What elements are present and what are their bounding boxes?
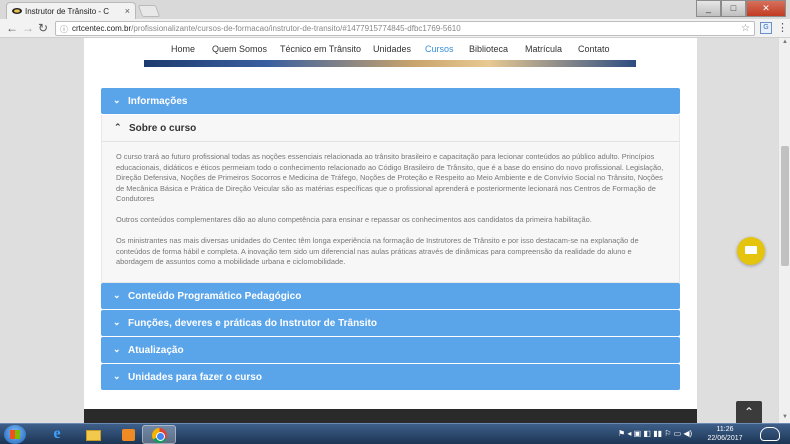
chevron-down-icon: ⌄ bbox=[113, 344, 121, 354]
nav-tecnico-em-transito[interactable]: Técnico em Trânsito bbox=[280, 44, 361, 54]
media-player-taskbar-icon[interactable] bbox=[110, 425, 144, 444]
chat-icon bbox=[745, 246, 757, 254]
nav-home[interactable]: Home bbox=[171, 44, 195, 54]
accordion-sobre-o-curso[interactable]: ⌃ Sobre o curso bbox=[101, 115, 680, 141]
chevron-down-icon: ⌄ bbox=[113, 371, 121, 381]
taskbar-clock[interactable]: 11:26 22/06/2017 bbox=[700, 425, 750, 443]
folder-icon bbox=[86, 430, 101, 441]
accordion-title: Funções, deveres e práticas do Instrutor… bbox=[128, 318, 377, 329]
accordion-atualizacao[interactable]: ⌄ Atualização bbox=[101, 337, 680, 363]
chevron-down-icon: ⌄ bbox=[113, 95, 121, 105]
site-info-icon[interactable]: ⓘ bbox=[60, 24, 68, 35]
close-window-button[interactable]: ✕ bbox=[746, 0, 786, 17]
play-icon bbox=[122, 429, 135, 441]
accordion-conteudo-programatico[interactable]: ⌄ Conteúdo Programático Pedagógico bbox=[101, 283, 680, 309]
accordion-informacoes[interactable]: ⌄ Informações bbox=[101, 88, 680, 114]
file-explorer-taskbar-icon[interactable] bbox=[76, 425, 110, 444]
accordion-title: Conteúdo Programático Pedagógico bbox=[128, 291, 302, 302]
accordion-panel-sobre: O curso trará ao futuro profissional tod… bbox=[101, 141, 680, 283]
internet-explorer-taskbar-icon[interactable]: e bbox=[40, 425, 74, 444]
back-arrow-icon[interactable]: ← bbox=[6, 21, 18, 35]
system-tray-icons[interactable]: ⚑ ◂ ▣ ◧ ▮▮ ⚐ ▭ ◀) bbox=[618, 429, 692, 438]
nav-contato[interactable]: Contato bbox=[578, 44, 610, 54]
page-scrollbar[interactable]: ▲ ▼ bbox=[778, 38, 790, 423]
forward-arrow-icon[interactable]: → bbox=[22, 21, 34, 35]
back-to-top-button[interactable]: ⌃ bbox=[736, 401, 762, 423]
nav-quem-somos[interactable]: Quem Somos bbox=[212, 44, 267, 54]
accordion-title: Informações bbox=[128, 96, 188, 107]
window-controls: _ □ ✕ bbox=[696, 0, 786, 17]
scrollbar-thumb[interactable] bbox=[781, 146, 789, 266]
url-domain: crtcentec.com.br bbox=[72, 24, 132, 33]
accordion-title: Sobre o curso bbox=[129, 123, 197, 134]
accordion-funcoes-deveres[interactable]: ⌄ Funções, deveres e práticas do Instrut… bbox=[101, 310, 680, 336]
reload-icon[interactable]: ↻ bbox=[38, 21, 48, 35]
scroll-up-arrow-icon[interactable]: ▲ bbox=[782, 39, 788, 45]
course-paragraph-2: Outros conteúdos complementares dão ao a… bbox=[116, 215, 592, 224]
page-footer bbox=[84, 409, 697, 423]
accordion-unidades[interactable]: ⌄ Unidades para fazer o curso bbox=[101, 364, 680, 390]
url-path: /profissionalizante/cursos-de-formacao/i… bbox=[131, 24, 461, 33]
extension-icon[interactable]: G bbox=[760, 22, 772, 34]
weather-cloud-icon[interactable] bbox=[760, 427, 780, 441]
course-paragraph-3: Os ministrantes nas mais diversas unidad… bbox=[116, 236, 639, 266]
site-navigation: Home Quem Somos Técnico em Trânsito Unid… bbox=[84, 38, 697, 60]
browser-menu-icon[interactable]: ⋮ bbox=[777, 21, 788, 34]
chevron-down-icon: ⌄ bbox=[113, 317, 121, 327]
chrome-logo-icon bbox=[152, 428, 167, 443]
page-viewport: Home Quem Somos Técnico em Trânsito Unid… bbox=[0, 38, 778, 423]
chat-button[interactable] bbox=[737, 237, 765, 265]
accordion-title: Atualização bbox=[128, 345, 184, 356]
chrome-taskbar-icon[interactable] bbox=[142, 425, 176, 444]
nav-cursos[interactable]: Cursos bbox=[425, 44, 454, 54]
bookmark-star-icon[interactable]: ☆ bbox=[741, 23, 750, 34]
browser-titlebar: Instrutor de Trânsito - C × _ □ ✕ bbox=[0, 0, 790, 19]
minimize-button[interactable]: _ bbox=[696, 0, 721, 17]
nav-unidades[interactable]: Unidades bbox=[373, 44, 411, 54]
browser-tab[interactable]: Instrutor de Trânsito - C × bbox=[6, 2, 136, 19]
course-paragraph-1: O curso trará ao futuro profissional tod… bbox=[116, 152, 664, 203]
windows-taskbar: e ⚑ ◂ ▣ ◧ ▮▮ ⚐ ▭ ◀) 11:26 22/06/2017 bbox=[0, 423, 790, 444]
site-favicon bbox=[12, 8, 22, 14]
maximize-button[interactable]: □ bbox=[721, 0, 746, 17]
browser-toolbar: ← → ↻ ⓘ crtcentec.com.br/profissionaliza… bbox=[0, 19, 790, 38]
chevron-up-icon: ⌃ bbox=[114, 122, 122, 132]
accordion-title: Unidades para fazer o curso bbox=[128, 372, 262, 383]
nav-biblioteca[interactable]: Biblioteca bbox=[469, 44, 508, 54]
scroll-down-arrow-icon[interactable]: ▼ bbox=[782, 414, 788, 420]
windows-logo-icon bbox=[10, 430, 20, 439]
clock-time: 11:26 bbox=[716, 426, 734, 433]
nav-matricula[interactable]: Matrícula bbox=[525, 44, 562, 54]
hero-banner-image bbox=[144, 60, 636, 67]
tab-title: Instrutor de Trânsito - C bbox=[25, 7, 110, 16]
chevron-down-icon: ⌄ bbox=[113, 290, 121, 300]
clock-date: 22/06/2017 bbox=[707, 435, 743, 442]
address-bar[interactable]: ⓘ crtcentec.com.br/profissionalizante/cu… bbox=[55, 21, 755, 36]
tab-close-icon[interactable]: × bbox=[125, 6, 130, 16]
start-button[interactable] bbox=[4, 425, 26, 444]
new-tab-button[interactable] bbox=[137, 5, 161, 17]
